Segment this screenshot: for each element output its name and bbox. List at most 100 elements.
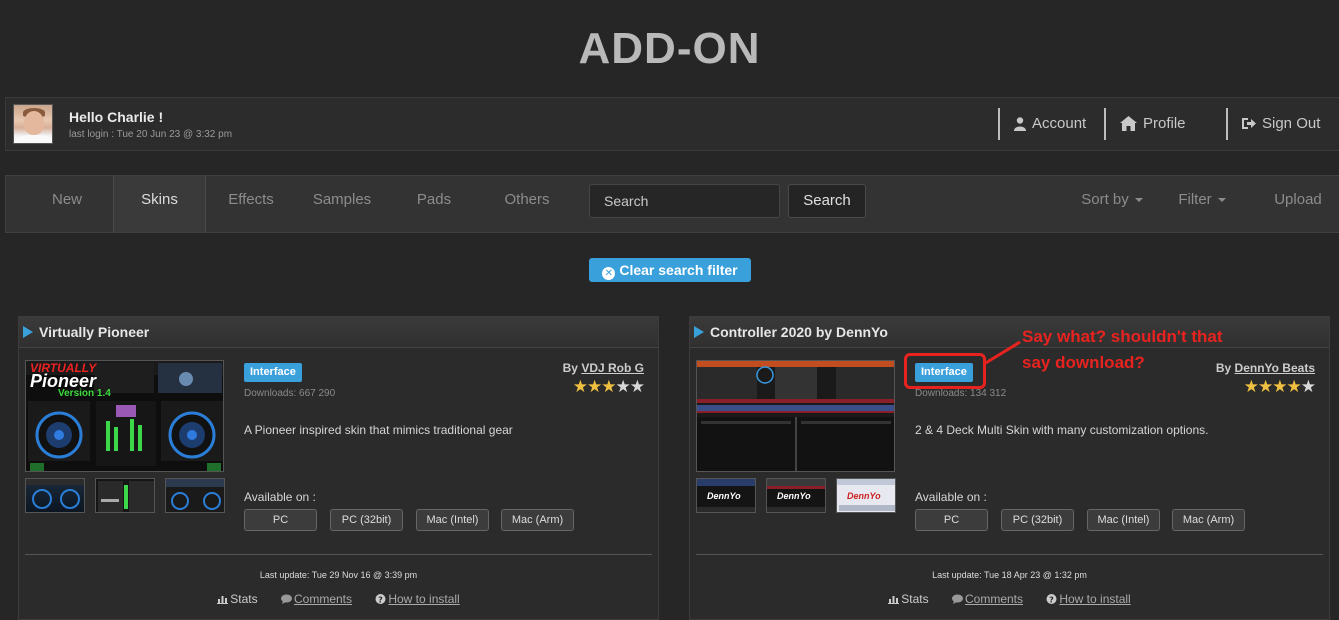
skin-screenshot[interactable] bbox=[696, 360, 895, 472]
upload-link[interactable]: Upload bbox=[1258, 176, 1338, 232]
star-filled-icon: ★ bbox=[1258, 377, 1273, 396]
svg-text:?: ? bbox=[379, 595, 384, 604]
tab-samples[interactable]: Samples bbox=[296, 176, 388, 232]
filter-dropdown[interactable]: Filter bbox=[1166, 176, 1238, 232]
skin-screenshot[interactable]: VIRTUALLY Pioneer Version 1.4 bbox=[25, 360, 224, 472]
clear-search-filter-button[interactable]: ✕ Clear search filter bbox=[589, 258, 751, 282]
platform-mac-arm[interactable]: Mac (Arm) bbox=[501, 509, 574, 531]
tab-pads[interactable]: Pads bbox=[388, 176, 480, 232]
stats-link[interactable]: Stats bbox=[217, 592, 258, 606]
download-count: Downloads: 667 290 bbox=[244, 388, 336, 399]
caret-down-icon bbox=[1134, 198, 1143, 203]
stats-label: Stats bbox=[901, 592, 929, 606]
divider bbox=[25, 554, 652, 555]
thumb-logo-text: DennYo bbox=[847, 491, 881, 501]
available-on-label: Available on : bbox=[244, 490, 316, 504]
comment-icon bbox=[951, 594, 963, 604]
account-label: Account bbox=[1032, 115, 1087, 132]
annotation-line-1: Say what? shouldn't that bbox=[1022, 327, 1223, 346]
platform-pc-32bit[interactable]: PC (32bit) bbox=[330, 509, 403, 531]
addon-card: Virtually Pioneer VIRTUALLY Pioneer Vers… bbox=[18, 316, 659, 620]
triangle-right-icon bbox=[694, 326, 704, 338]
card-footer-links: Stats Comments ? How to install bbox=[19, 592, 658, 606]
platform-mac-intel[interactable]: Mac (Intel) bbox=[416, 509, 489, 531]
tab-new[interactable]: New bbox=[21, 176, 113, 232]
divider bbox=[1226, 108, 1228, 140]
comments-link[interactable]: Comments bbox=[951, 592, 1023, 606]
user-bar: Hello Charlie ! last login : Tue 20 Jun … bbox=[5, 97, 1339, 151]
platform-mac-intel[interactable]: Mac (Intel) bbox=[1087, 509, 1160, 531]
tab-others[interactable]: Others bbox=[480, 176, 574, 232]
comments-label: Comments bbox=[964, 592, 1023, 606]
annotation-text: Say what? shouldn't that say download? bbox=[1022, 324, 1223, 376]
thumbnail[interactable] bbox=[165, 478, 225, 513]
thumbnail[interactable] bbox=[95, 478, 155, 513]
question-circle-icon: ? bbox=[375, 594, 386, 604]
greeting: Hello Charlie ! bbox=[69, 109, 164, 125]
description: 2 & 4 Deck Multi Skin with many customiz… bbox=[915, 423, 1209, 437]
star-filled-icon: ★ bbox=[572, 377, 588, 396]
by-label: By bbox=[562, 361, 578, 375]
divider bbox=[696, 554, 1323, 555]
last-login: last login : Tue 20 Jun 23 @ 3:32 pm bbox=[69, 129, 233, 140]
thumbnail[interactable]: DennYo bbox=[696, 478, 756, 513]
triangle-right-icon bbox=[23, 326, 33, 338]
skin-preview-image bbox=[697, 361, 894, 471]
profile-label: Profile bbox=[1143, 115, 1186, 132]
profile-link[interactable]: Profile bbox=[1120, 115, 1186, 132]
thumbnail[interactable]: DennYo bbox=[766, 478, 826, 513]
thumbnail[interactable] bbox=[25, 478, 85, 513]
annotation-line-2: say download? bbox=[1022, 353, 1145, 372]
caret-down-icon bbox=[1217, 198, 1226, 203]
search-button[interactable]: Search bbox=[788, 184, 866, 218]
sign-out-link[interactable]: Sign Out bbox=[1242, 115, 1320, 132]
author-byline: By VDJ Rob G bbox=[563, 361, 644, 375]
platform-pc-32bit[interactable]: PC (32bit) bbox=[1001, 509, 1074, 531]
close-circle-icon: ✕ bbox=[602, 267, 616, 280]
clear-filter-label: Clear search filter bbox=[619, 262, 738, 278]
thumb-logo-text: DennYo bbox=[777, 491, 811, 501]
star-filled-icon: ★ bbox=[1243, 377, 1259, 396]
author-byline: By DennYo Beats bbox=[1216, 361, 1315, 375]
thumb-logo-text: DennYo bbox=[707, 491, 741, 501]
download-count: Downloads: 134 312 bbox=[915, 388, 1007, 399]
bar-chart-icon bbox=[888, 596, 900, 604]
comments-link[interactable]: Comments bbox=[280, 592, 352, 606]
search-input[interactable] bbox=[589, 184, 780, 218]
how-to-install-link[interactable]: ? How to install bbox=[1046, 592, 1131, 606]
sort-by-dropdown[interactable]: Sort by bbox=[1068, 176, 1156, 232]
svg-text:?: ? bbox=[1050, 595, 1055, 604]
category-badge[interactable]: Interface bbox=[244, 363, 302, 382]
star-filled-icon: ★ bbox=[1286, 377, 1302, 396]
thumbnail[interactable]: DennYo bbox=[836, 478, 896, 513]
available-on-label: Available on : bbox=[915, 490, 987, 504]
tab-skins[interactable]: Skins bbox=[113, 176, 206, 232]
account-link[interactable]: Account bbox=[1014, 115, 1086, 132]
how-to-install-link[interactable]: ? How to install bbox=[375, 592, 460, 606]
star-filled-icon: ★ bbox=[1272, 377, 1287, 396]
description: A Pioneer inspired skin that mimics trad… bbox=[244, 423, 513, 437]
avatar[interactable] bbox=[13, 104, 53, 144]
annotation-pointer-line bbox=[983, 340, 1021, 366]
platform-mac-arm[interactable]: Mac (Arm) bbox=[1172, 509, 1245, 531]
comment-icon bbox=[280, 594, 292, 604]
page-title: ADD-ON bbox=[578, 24, 761, 73]
user-icon bbox=[1014, 116, 1026, 131]
rating-stars: ★★★★★ bbox=[572, 377, 645, 397]
author-link[interactable]: VDJ Rob G bbox=[581, 361, 644, 375]
thumbnail-image bbox=[166, 479, 224, 510]
rating-stars: ★★★★★ bbox=[1243, 377, 1316, 397]
author-link[interactable]: DennYo Beats bbox=[1235, 361, 1315, 375]
annotation-highlight-box bbox=[904, 353, 986, 389]
last-update: Last update: Tue 18 Apr 23 @ 1:32 pm bbox=[932, 570, 1087, 580]
how-to-install-label: How to install bbox=[388, 592, 460, 606]
thumbnail-image bbox=[98, 481, 154, 512]
star-empty-icon: ★ bbox=[615, 377, 631, 396]
question-circle-icon: ? bbox=[1046, 594, 1057, 604]
platform-pc[interactable]: PC bbox=[915, 509, 988, 531]
stats-link[interactable]: Stats bbox=[888, 592, 929, 606]
card-header[interactable]: Virtually Pioneer bbox=[19, 317, 658, 348]
tab-effects[interactable]: Effects bbox=[206, 176, 296, 232]
filter-label: Filter bbox=[1178, 191, 1212, 208]
platform-pc[interactable]: PC bbox=[244, 509, 317, 531]
